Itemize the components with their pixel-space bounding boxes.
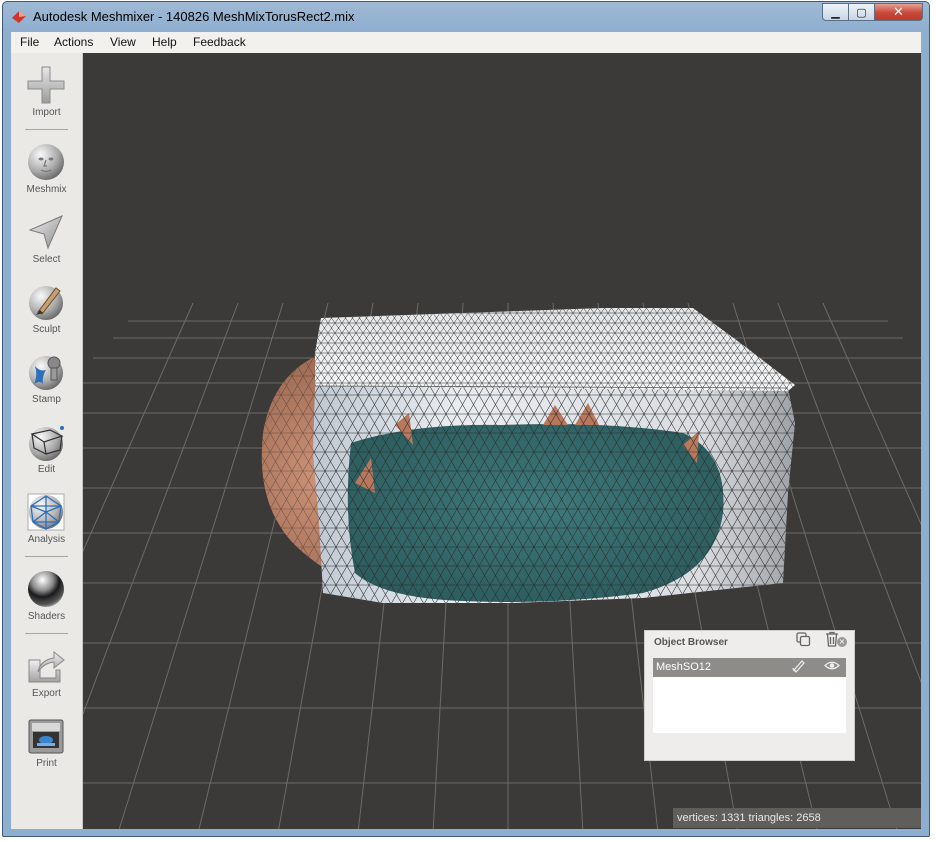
toolbar-divider [25,633,68,634]
tool-shaders[interactable]: Shaders [11,565,82,629]
tool-label: Analysis [27,534,66,545]
3d-viewport[interactable]: Object Browser × MeshSO12 vertices: 1331… [83,53,921,829]
app-window: Autodesk Meshmixer - 140826 MeshMixTorus… [2,1,930,837]
edit-object-icon[interactable] [791,658,807,673]
tool-select[interactable]: Select [11,208,82,272]
tool-label: Sculpt [32,324,61,335]
list-item[interactable]: MeshSO12 [653,658,846,677]
tool-import[interactable]: Import [11,61,82,125]
window-title: Autodesk Meshmixer - 140826 MeshMixTorus… [33,9,355,24]
tool-meshmix[interactable]: Meshmix [11,138,82,202]
meshmixer-logo-icon [12,11,26,23]
tool-label: Print [36,758,57,769]
close-button[interactable]: ✕ [875,3,923,21]
menu-bar: File Actions View Help Feedback [11,32,921,54]
tool-sculpt[interactable]: Sculpt [11,278,82,342]
face-sphere-icon [28,144,64,180]
arrow-pointer-icon [28,215,63,250]
tool-label: Export [32,688,61,699]
object-browser-title: Object Browser [654,637,728,648]
tool-label: Shaders [27,611,66,622]
eye-visibility-icon[interactable] [824,658,840,673]
main-toolbar: Import Meshmix Select Sculpt Stamp Edit … [11,53,83,829]
stamp-icon [29,356,63,390]
tool-edit[interactable]: Edit [11,418,82,482]
mesh-stats: vertices: 1331 triangles: 2658 [677,812,821,824]
client-area: Import Meshmix Select Sculpt Stamp Edit … [11,53,921,829]
object-browser-panel: Object Browser × MeshSO12 [644,630,855,761]
menu-actions[interactable]: Actions [54,35,93,49]
minimize-icon: ▁ [831,5,840,19]
object-name: MeshSO12 [656,661,712,673]
duplicate-icon[interactable] [795,631,811,647]
minimize-button[interactable]: ▁ [822,3,849,21]
toolbar-divider [25,556,68,557]
printer-icon [28,719,64,754]
tool-print[interactable]: Print [11,712,82,776]
export-arrow-icon [28,650,65,683]
wire-cube-icon [29,426,64,461]
tool-label: Meshmix [26,184,67,195]
tool-analysis[interactable]: Analysis [11,488,82,552]
object-list[interactable]: MeshSO12 [653,658,846,733]
trash-icon[interactable] [824,631,840,647]
window-controls: ▁ ▢ ✕ [822,3,923,23]
tool-export[interactable]: Export [11,642,82,706]
tool-label: Select [32,254,61,265]
tool-stamp[interactable]: Stamp [11,348,82,412]
tool-label: Import [32,107,61,118]
maximize-icon: ▢ [856,5,867,19]
menu-feedback[interactable]: Feedback [193,35,246,49]
menu-view[interactable]: View [110,35,136,49]
menu-file[interactable]: File [20,35,39,49]
tool-label: Edit [37,464,56,475]
status-bar: vertices: 1331 triangles: 2658 [673,808,921,828]
tool-label: Stamp [32,394,61,405]
close-icon: ✕ [893,4,904,20]
title-bar[interactable]: Autodesk Meshmixer - 140826 MeshMixTorus… [3,2,929,32]
menu-help[interactable]: Help [152,35,177,49]
plus-icon [27,66,65,104]
toolbar-divider [25,129,68,130]
maximize-button[interactable]: ▢ [849,3,875,21]
chrome-sphere-icon [28,571,64,607]
mesh-sphere-icon [27,493,65,531]
brush-sphere-icon [29,286,63,320]
